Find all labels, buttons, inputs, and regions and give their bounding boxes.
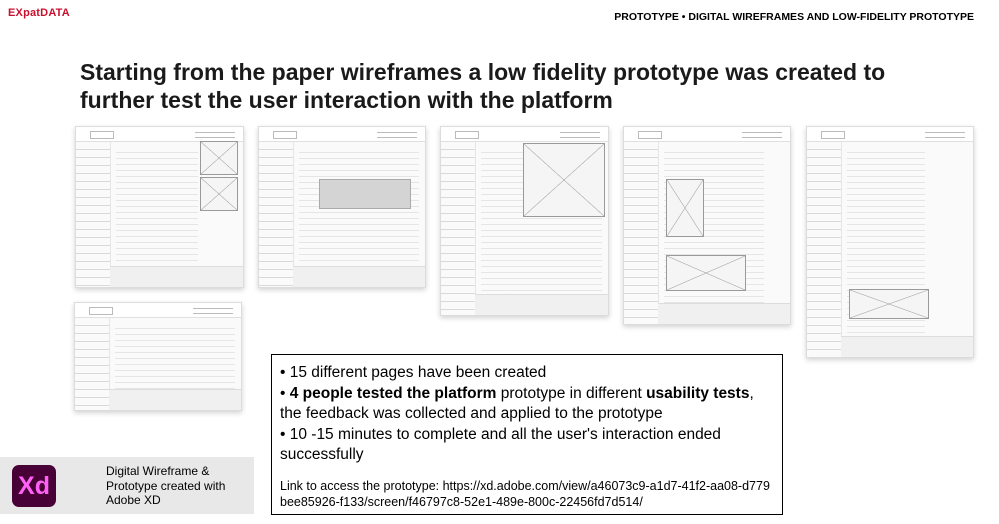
wireframe-footer bbox=[841, 336, 973, 357]
wireframe-footer bbox=[293, 266, 425, 287]
bullet-marker: • bbox=[280, 384, 290, 402]
wireframe-contact-page bbox=[74, 302, 242, 411]
wireframe-form-overlay bbox=[258, 126, 426, 288]
section-header: PROTOTYPE • DIGITAL WIREFRAMES AND LOW-F… bbox=[614, 11, 974, 23]
bullet-usability-tests: • 4 people tested the platform prototype… bbox=[280, 384, 774, 425]
image-placeholder-icon bbox=[666, 179, 704, 237]
image-placeholder-icon bbox=[523, 143, 605, 217]
wireframe-sidebar bbox=[76, 142, 111, 287]
wireframe-content bbox=[116, 147, 198, 281]
tool-caption: Digital Wireframe & Prototype created wi… bbox=[106, 464, 226, 507]
wireframe-sitemap bbox=[440, 126, 609, 316]
wireframe-article-traditions bbox=[623, 126, 791, 325]
usability-highlight: usability tests bbox=[646, 384, 750, 402]
wireframe-content bbox=[847, 147, 925, 351]
summary-box: • 15 different pages have been created •… bbox=[271, 354, 783, 515]
image-placeholder-icon bbox=[200, 141, 238, 175]
image-placeholder-icon bbox=[200, 177, 238, 211]
wireframe-content bbox=[299, 147, 419, 281]
wireframe-article-where-to-live bbox=[806, 126, 974, 358]
testers-highlight: 4 people tested the platform bbox=[289, 384, 497, 402]
wireframe-footer bbox=[658, 303, 790, 324]
modal-overlay bbox=[319, 179, 411, 209]
wireframe-sidebar bbox=[624, 142, 659, 324]
wireframe-header bbox=[75, 303, 241, 318]
wireframe-sidebar bbox=[807, 142, 842, 357]
wireframe-header bbox=[807, 127, 973, 142]
bullet-completion-time: • 10 -15 minutes to complete and all the… bbox=[280, 425, 721, 464]
wireframe-footer bbox=[110, 266, 243, 287]
image-placeholder-icon bbox=[666, 255, 746, 291]
wireframe-sidebar bbox=[75, 318, 110, 410]
wireframe-quiz-page bbox=[75, 126, 244, 288]
image-placeholder-icon bbox=[849, 289, 929, 319]
wireframe-header bbox=[441, 127, 608, 142]
wireframe-footer bbox=[109, 389, 241, 410]
page-title: Starting from the paper wireframes a low… bbox=[80, 59, 886, 113]
expatdata-logo: EXpatDATA bbox=[8, 7, 70, 19]
wireframe-sidebar bbox=[441, 142, 476, 315]
wireframe-header bbox=[624, 127, 790, 142]
wireframe-sidebar bbox=[259, 142, 294, 287]
wireframe-header bbox=[76, 127, 243, 142]
prototype-link[interactable]: Link to access the prototype: https://xd… bbox=[280, 478, 774, 510]
tool-credit: Xd Digital Wireframe & Prototype created… bbox=[0, 457, 254, 514]
adobe-xd-icon: Xd bbox=[12, 465, 56, 507]
wireframe-footer bbox=[475, 294, 608, 315]
bullet-pages-created: • 15 different pages have been created bbox=[280, 364, 547, 381]
bullet-text: prototype in different bbox=[496, 384, 647, 402]
wireframe-header bbox=[259, 127, 425, 142]
